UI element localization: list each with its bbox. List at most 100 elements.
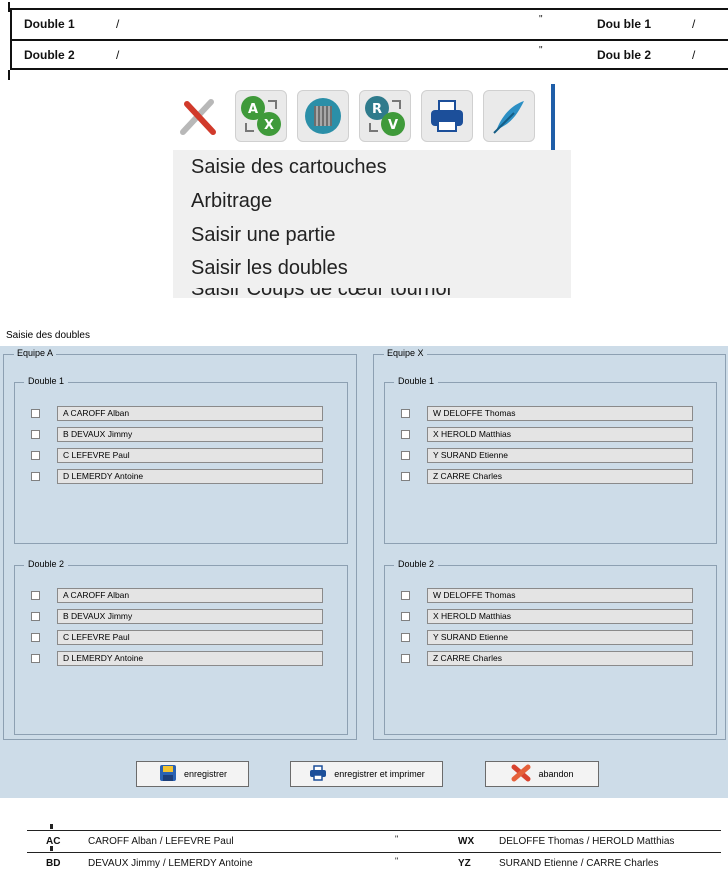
player-checkbox[interactable] <box>401 654 410 663</box>
player-field[interactable]: W DELOFFE Thomas <box>427 588 693 603</box>
player-row: D LEMERDY Antoine <box>15 651 347 667</box>
player-field[interactable]: B DEVAUX Jimmy <box>57 609 323 624</box>
player-checkbox[interactable] <box>401 430 410 439</box>
sheet-row-double-2: Double 2 / " Dou ble 2 / <box>12 41 728 70</box>
save-label: enregistrer <box>183 769 228 779</box>
player-checkbox[interactable] <box>31 451 40 460</box>
save-and-print-label: enregistrer et imprimer <box>334 769 425 779</box>
swap-a-x-icon[interactable]: AX <box>235 90 287 142</box>
book-icon[interactable] <box>297 90 349 142</box>
toolbar-edge <box>551 84 555 150</box>
sheet-ditto: " <box>539 45 543 56</box>
sheet-label-right: Dou ble 1 <box>597 17 652 31</box>
sheet-row-double-1: Double 1 / " Dou ble 1 / <box>12 10 728 39</box>
menu-item-saisir-doubles[interactable]: Saisir les doubles <box>191 257 348 280</box>
player-field[interactable]: Z CARRE Charles <box>427 651 693 666</box>
sheet-row-pair-2: BD DEVAUX Jimmy / LEMERDY Antoine " YZ S… <box>27 854 721 874</box>
player-checkbox[interactable] <box>401 451 410 460</box>
player-checkbox[interactable] <box>401 633 410 642</box>
pair-names: CAROFF Alban / LEFEVRE Paul <box>88 836 234 847</box>
player-field[interactable]: B DEVAUX Jimmy <box>57 427 323 442</box>
sheet-separator: / <box>116 17 120 31</box>
player-checkbox[interactable] <box>31 612 40 621</box>
menu-item-saisie-cartouches[interactable]: Saisie des cartouches <box>191 156 387 179</box>
top-score-sheet: Double 1 / " Dou ble 1 / Double 2 / " Do… <box>10 8 728 70</box>
pair-names-right: DELOFFE Thomas / HEROLD Matthias <box>499 836 675 847</box>
cancel-label: abandon <box>538 769 574 779</box>
player-field[interactable]: A CAROFF Alban <box>57 588 323 603</box>
menu-item-cut-off[interactable]: Saisir Coups de cœur tournoi <box>191 288 491 298</box>
feather-icon[interactable] <box>483 90 535 142</box>
tools-icon[interactable] <box>173 90 225 142</box>
menu-item-arbitrage[interactable]: Arbitrage <box>191 190 272 213</box>
printer-icon[interactable] <box>421 90 473 142</box>
sheet-separator: / <box>116 48 120 62</box>
context-menu: Saisie des cartouches Arbitrage Saisir u… <box>173 150 571 298</box>
player-field[interactable]: X HEROLD Matthias <box>427 609 693 624</box>
player-checkbox[interactable] <box>401 612 410 621</box>
player-checkbox[interactable] <box>31 430 40 439</box>
player-checkbox[interactable] <box>401 591 410 600</box>
sheet-separator-right: / <box>692 48 696 62</box>
sheet-line <box>27 852 721 853</box>
bottom-score-sheet: AC CAROFF Alban / LEFEVRE Paul " WX DELO… <box>27 824 721 874</box>
player-row: X HEROLD Matthias <box>385 609 716 625</box>
sheet-separator-right: / <box>692 17 696 31</box>
pair-names-right: SURAND Etienne / CARRE Charles <box>499 858 659 869</box>
pair-names: DEVAUX Jimmy / LEMERDY Antoine <box>88 858 253 869</box>
player-checkbox[interactable] <box>401 409 410 418</box>
sheet-ditto: " <box>395 856 399 866</box>
pair-code-right: YZ <box>458 858 471 869</box>
sheet-mark <box>50 824 53 829</box>
cancel-button[interactable]: abandon <box>485 761 599 787</box>
group-equipe-x: Equipe X Double 1 W DELOFFE Thomas X HER… <box>373 348 726 740</box>
swap-r-v-icon[interactable]: RV <box>359 90 411 142</box>
sheet-mark <box>8 2 10 12</box>
menu-item-saisir-partie[interactable]: Saisir une partie <box>191 224 336 247</box>
player-checkbox[interactable] <box>31 654 40 663</box>
player-field[interactable]: C LEFEVRE Paul <box>57 630 323 645</box>
player-row: Y SURAND Etienne <box>385 448 716 464</box>
save-and-print-button[interactable]: enregistrer et imprimer <box>290 761 443 787</box>
player-checkbox[interactable] <box>401 472 410 481</box>
save-icon <box>158 764 178 784</box>
sheet-line <box>27 830 721 831</box>
team-a-double-2: Double 2 A CAROFF Alban B DEVAUX Jimmy C… <box>14 559 348 735</box>
svg-text:V: V <box>388 118 398 133</box>
sheet-label: Double 1 <box>24 17 75 31</box>
pair-code-right: WX <box>458 836 475 847</box>
player-row: Z CARRE Charles <box>385 469 716 485</box>
save-button[interactable]: enregistrer <box>136 761 249 787</box>
player-row: D LEMERDY Antoine <box>15 469 347 485</box>
sheet-label-right: Dou ble 2 <box>597 48 652 62</box>
sheet-mark <box>50 846 53 851</box>
player-row: X HEROLD Matthias <box>385 427 716 443</box>
svg-text:A: A <box>248 102 258 117</box>
double-label: Double 2 <box>394 559 439 569</box>
player-field[interactable]: Y SURAND Etienne <box>427 630 693 645</box>
player-field[interactable]: W DELOFFE Thomas <box>427 406 693 421</box>
group-equipe-a: Equipe A Double 1 A CAROFF Alban B DEVAU… <box>3 348 357 740</box>
double-label: Double 2 <box>24 559 69 569</box>
player-checkbox[interactable] <box>31 633 40 642</box>
double-label: Double 1 <box>24 376 69 386</box>
player-checkbox[interactable] <box>31 472 40 481</box>
player-row: Z CARRE Charles <box>385 651 716 667</box>
toolbar: AX RV <box>173 84 555 150</box>
player-checkbox[interactable] <box>31 409 40 418</box>
player-field[interactable]: C LEFEVRE Paul <box>57 448 323 463</box>
player-field[interactable]: A CAROFF Alban <box>57 406 323 421</box>
player-row: A CAROFF Alban <box>15 588 347 604</box>
player-field[interactable]: D LEMERDY Antoine <box>57 469 323 484</box>
player-field[interactable]: Z CARRE Charles <box>427 469 693 484</box>
pair-code: AC <box>46 836 61 847</box>
pair-code: BD <box>46 858 61 869</box>
player-field[interactable]: X HEROLD Matthias <box>427 427 693 442</box>
sheet-row-pair-1: AC CAROFF Alban / LEFEVRE Paul " WX DELO… <box>27 832 721 852</box>
player-row: Y SURAND Etienne <box>385 630 716 646</box>
player-checkbox[interactable] <box>31 591 40 600</box>
player-field[interactable]: Y SURAND Etienne <box>427 448 693 463</box>
printer-icon <box>308 765 328 783</box>
cancel-icon <box>510 763 532 785</box>
player-field[interactable]: D LEMERDY Antoine <box>57 651 323 666</box>
